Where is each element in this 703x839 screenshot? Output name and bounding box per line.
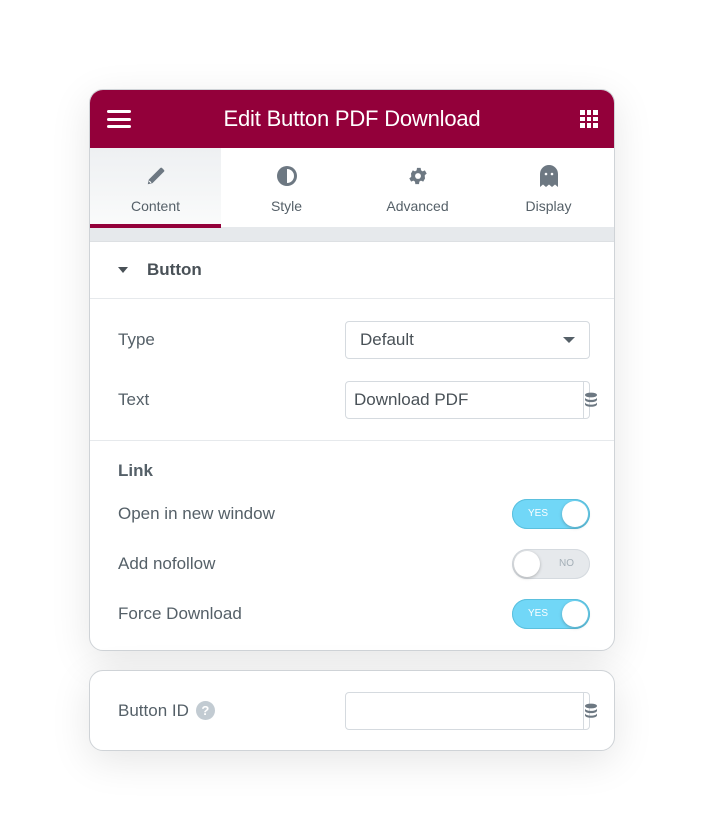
force-download-toggle[interactable]: YES <box>512 599 590 629</box>
add-nofollow-toggle[interactable]: NO <box>512 549 590 579</box>
type-row: Type Default <box>90 321 614 359</box>
section-title: Button <box>147 260 202 279</box>
database-icon <box>585 392 597 407</box>
panel-title: Edit Button PDF Download <box>223 106 481 131</box>
force-download-label: Force Download <box>118 604 242 623</box>
toggle-knob <box>562 501 588 527</box>
add-nofollow-label: Add nofollow <box>118 554 216 573</box>
type-select[interactable]: Default <box>345 321 590 359</box>
separator-bar <box>90 228 614 242</box>
toggle-state: YES <box>528 608 549 619</box>
tab-label: Content <box>130 198 181 214</box>
edit-panel: Edit Button PDF Download Content Style A… <box>89 89 615 651</box>
type-select-value: Default <box>360 330 414 349</box>
caret-down-icon <box>118 267 128 273</box>
toggle-row-nofollow: Add nofollow NO <box>90 549 614 579</box>
text-input[interactable] <box>346 382 583 418</box>
toggle-knob <box>514 551 540 577</box>
toggle-state: NO <box>559 558 574 569</box>
tab-label: Style <box>270 198 303 214</box>
open-new-window-toggle[interactable]: YES <box>512 499 590 529</box>
type-label: Type <box>118 330 155 349</box>
tab-style[interactable]: Style <box>221 148 352 227</box>
help-icon[interactable]: ? <box>195 701 215 720</box>
text-label: Text <box>118 390 150 409</box>
open-new-window-label: Open in new window <box>118 504 275 523</box>
text-field <box>345 381 597 419</box>
grid-icon[interactable] <box>580 110 598 128</box>
toggle-state: YES <box>528 508 549 519</box>
button-id-label: Button ID <box>118 700 189 720</box>
section-toggle-button[interactable]: Button <box>90 242 614 299</box>
gear-icon <box>407 164 429 188</box>
button-id-input[interactable] <box>346 692 583 729</box>
button-id-panel: Button ID ? <box>89 670 615 751</box>
text-row: Text <box>90 381 614 419</box>
hamburger-icon[interactable] <box>107 110 131 128</box>
tab-bar: Content Style Advanced Display <box>90 148 614 228</box>
half-circle-icon <box>276 164 298 188</box>
dynamic-tags-button[interactable] <box>583 382 598 418</box>
ghost-icon <box>539 164 559 188</box>
pencil-icon <box>145 164 167 188</box>
panel-header: Edit Button PDF Download <box>90 90 614 148</box>
toggle-row-force-download: Force Download YES <box>90 599 614 629</box>
tab-content[interactable]: Content <box>90 148 221 228</box>
chevron-down-icon <box>563 337 575 343</box>
tab-advanced[interactable]: Advanced <box>352 148 483 227</box>
link-heading: Link <box>118 461 153 480</box>
tab-label: Display <box>525 198 572 214</box>
toggle-knob <box>562 601 588 627</box>
button-id-label-group: Button ID ? <box>118 701 345 721</box>
toggle-row-new-window: Open in new window YES <box>90 499 614 529</box>
divider <box>90 440 614 441</box>
tab-display[interactable]: Display <box>483 148 614 227</box>
button-id-field <box>345 691 597 730</box>
tab-label: Advanced <box>386 198 449 214</box>
dynamic-tags-button[interactable] <box>583 692 598 729</box>
database-icon <box>585 703 597 718</box>
